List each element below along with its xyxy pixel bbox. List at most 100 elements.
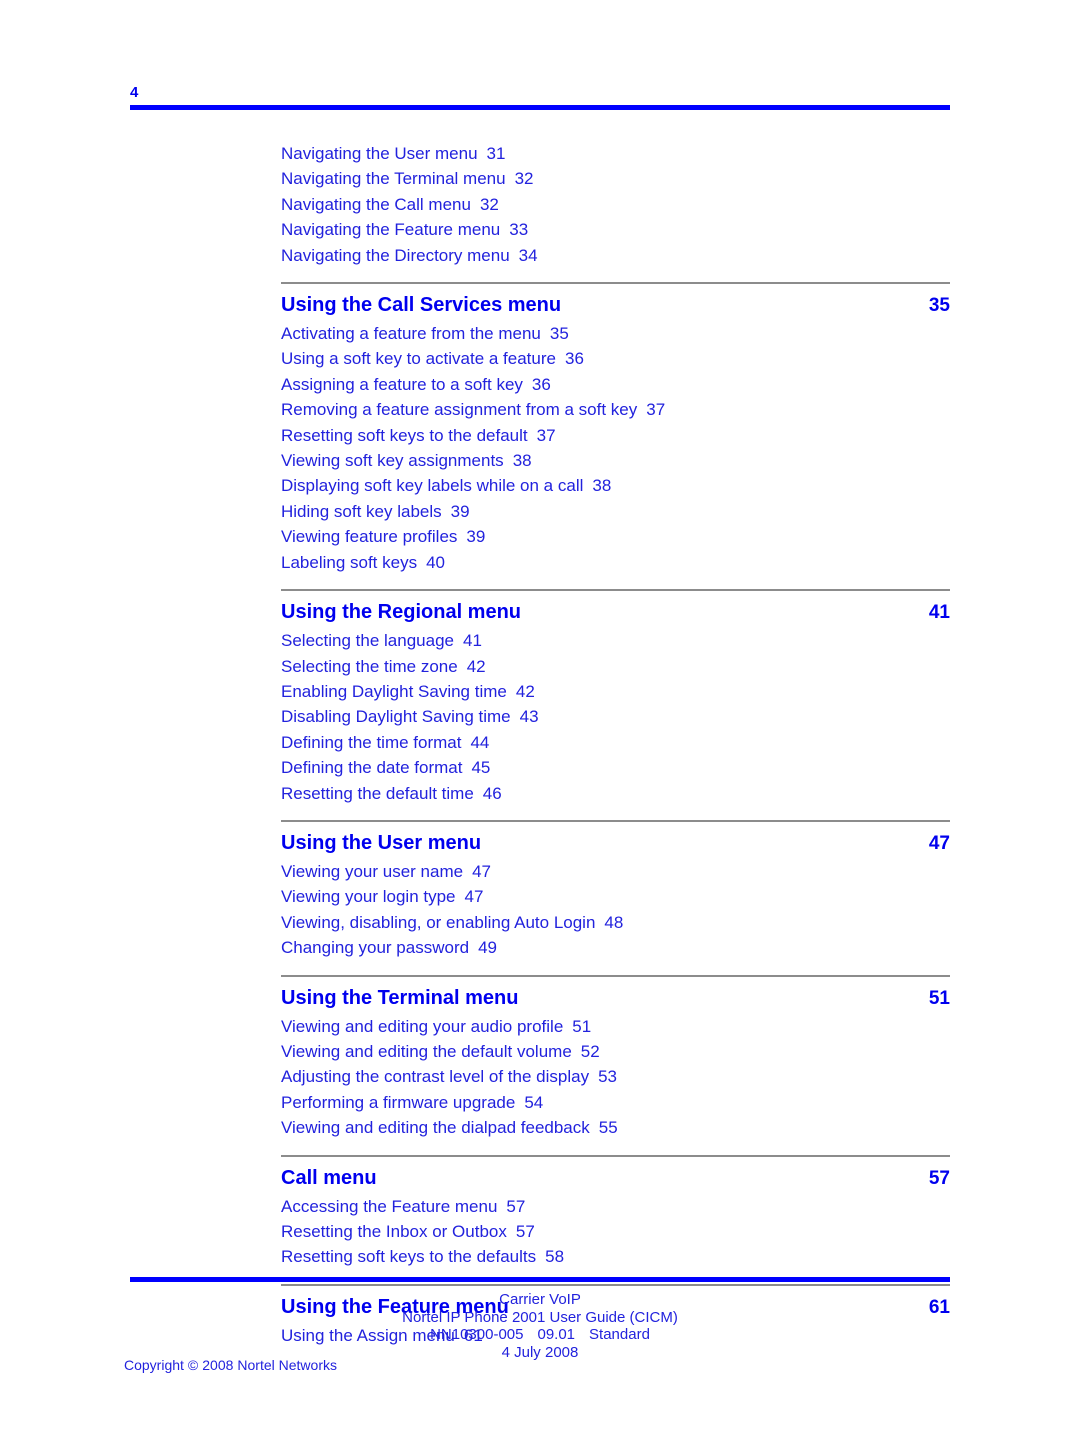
toc-entry[interactable]: Viewing, disabling, or enabling Auto Log… (281, 910, 950, 935)
toc-entry-page-number: 38 (592, 476, 612, 496)
copyright-symbol-icon: © (187, 1357, 199, 1373)
toc-section-page-number: 47 (928, 832, 950, 854)
table-of-contents: Navigating the User menu 31 Navigating the… (281, 141, 950, 1348)
toc-section-heading[interactable]: Using the Terminal menu 51 (281, 983, 950, 1014)
toc-entry-page-number: 58 (545, 1247, 565, 1267)
footer-document-id-line: NN10300-005 09.01 Standard (130, 1326, 950, 1344)
toc-entry-title: Displaying soft key labels while on a ca… (281, 476, 584, 496)
toc-entry-page-number: 43 (519, 707, 539, 727)
toc-entry[interactable]: Navigating the User menu 31 (281, 141, 950, 166)
footer-accent-rule (130, 1277, 950, 1282)
toc-entry-title: Viewing and editing the dialpad feedback (281, 1118, 590, 1138)
toc-entry[interactable]: Selecting the language 41 (281, 628, 950, 653)
toc-entry-title: Labeling soft keys (281, 552, 418, 572)
toc-entry-title: Viewing soft key assignments (281, 451, 504, 471)
copyright-notice: Copyright © 2008 Nortel Networks (124, 1357, 337, 1374)
toc-entry-page-number: 45 (471, 758, 491, 778)
toc-entry-page-number: 46 (482, 783, 502, 803)
toc-entry[interactable]: Viewing your user name 47 (281, 859, 950, 884)
toc-entry[interactable]: Adjusting the contrast level of the disp… (281, 1064, 950, 1089)
toc-entry[interactable]: Viewing and editing the dialpad feedback… (281, 1115, 950, 1140)
toc-entry-title: Viewing and editing your audio profile (281, 1016, 564, 1036)
toc-entry[interactable]: Displaying soft key labels while on a ca… (281, 473, 950, 498)
toc-entry[interactable]: Removing a feature assignment from a sof… (281, 397, 950, 422)
toc-entry-title: Viewing your user name (281, 861, 464, 881)
toc-entry-title: Viewing your login type (281, 887, 456, 907)
toc-entry[interactable]: Navigating the Terminal menu 32 (281, 166, 950, 191)
toc-entry[interactable]: Defining the time format 44 (281, 730, 950, 755)
toc-entry[interactable]: Navigating the Directory menu 34 (281, 243, 950, 268)
toc-entry[interactable]: Viewing soft key assignments 38 (281, 448, 950, 473)
toc-entry[interactable]: Changing your password 49 (281, 935, 950, 960)
toc-entry-page-number: 57 (515, 1222, 535, 1241)
toc-section-title: Using the Call Services menu (281, 294, 562, 317)
toc-entry-page-number: 51 (572, 1016, 592, 1036)
toc-entry-page-number: 42 (515, 681, 535, 701)
toc-section-heading[interactable]: Call menu 57 (281, 1163, 950, 1194)
toc-entry-page-number: 39 (450, 501, 470, 521)
toc-section-heading[interactable]: Using the User menu 47 (281, 828, 950, 859)
toc-entry[interactable]: Viewing your login type 47 (281, 884, 950, 909)
toc-entry[interactable]: Labeling soft keys 40 (281, 550, 950, 575)
toc-entry-page-number: 32 (514, 169, 534, 189)
toc-entry[interactable]: Viewing and editing your audio profile 51 (281, 1014, 950, 1039)
toc-entry-page-number: 33 (509, 220, 529, 240)
toc-entry[interactable]: Resetting the default time 46 (281, 781, 950, 806)
toc-section-title: Using the Terminal menu (281, 986, 519, 1009)
toc-entry-title: Viewing and editing the default volume (281, 1041, 572, 1061)
toc-entry-title: Resetting soft keys to the defaults (281, 1247, 537, 1267)
toc-entry-title: Navigating the Call menu (281, 194, 471, 214)
toc-entry[interactable]: Using a soft key to activate a feature 36 (281, 346, 950, 371)
toc-entry-page-number: 55 (598, 1118, 618, 1138)
copyright-owner: Nortel Networks (237, 1357, 337, 1373)
toc-entry[interactable]: Hiding soft key labels 39 (281, 499, 950, 524)
copyright-year: 2008 (202, 1357, 234, 1373)
toc-entry[interactable]: Resetting the Inbox or Outbox 57 (281, 1219, 950, 1244)
toc-entry[interactable]: Activating a feature from the menu 35 (281, 321, 950, 346)
toc-entry[interactable]: Resetting soft keys to the defaults 58 (281, 1244, 950, 1269)
toc-entry[interactable]: Viewing feature profiles 39 (281, 524, 950, 549)
toc-entry-title: Performing a firmware upgrade (281, 1092, 516, 1112)
toc-entry-page-number: 40 (426, 552, 446, 572)
toc-entry-title: Adjusting the contrast level of the disp… (281, 1067, 590, 1087)
toc-entry-page-number: 54 (524, 1092, 544, 1112)
toc-entry[interactable]: Accessing the Feature menu 57 (281, 1194, 950, 1219)
toc-entry-title: Navigating the Feature menu (281, 220, 501, 240)
page-footer: Carrier VoIP Nortel IP Phone 2001 User G… (130, 1277, 950, 1361)
toc-entry[interactable]: Navigating the Call menu 32 (281, 192, 950, 217)
toc-entry-page-number: 38 (512, 451, 532, 471)
toc-entry[interactable]: Enabling Daylight Saving time 42 (281, 679, 950, 704)
toc-entry-title: Navigating the Terminal menu (281, 169, 506, 189)
toc-section-title: Call menu (281, 1166, 377, 1189)
toc-entry-page-number: 57 (506, 1196, 526, 1216)
toc-entry-title: Assigning a feature to a soft key (281, 374, 523, 394)
toc-entry[interactable]: Viewing and editing the default volume 52 (281, 1039, 950, 1064)
toc-entry[interactable]: Selecting the time zone 42 (281, 654, 950, 679)
toc-entry-page-number: 52 (580, 1041, 600, 1061)
toc-entry[interactable]: Resetting soft keys to the default 37 (281, 423, 950, 448)
toc-entry-page-number: 48 (604, 912, 624, 932)
toc-section-heading[interactable]: Using the Call Services menu 35 (281, 290, 950, 321)
toc-entry[interactable]: Disabling Daylight Saving time 43 (281, 704, 950, 729)
toc-entry-page-number: 36 (531, 374, 551, 394)
toc-entry-title: Activating a feature from the menu (281, 324, 541, 344)
footer-document-title: Nortel IP Phone 2001 User Guide (CICM) (402, 1308, 678, 1326)
toc-entry-title: Defining the date format (281, 758, 463, 778)
toc-entry-title: Enabling Daylight Saving time (281, 681, 507, 701)
toc-entry-page-number: 32 (479, 194, 499, 214)
toc-entry-title: Resetting the default time (281, 783, 474, 803)
toc-entry[interactable]: Performing a firmware upgrade 54 (281, 1090, 950, 1115)
toc-entry[interactable]: Assigning a feature to a soft key 36 (281, 372, 950, 397)
toc-entry-page-number: 53 (598, 1067, 617, 1087)
toc-entry[interactable]: Defining the date format 45 (281, 755, 950, 780)
toc-entry-title: Viewing feature profiles (281, 527, 458, 547)
toc-entry-page-number: 34 (518, 245, 538, 265)
footer-doc-number: NN10300-005 (430, 1326, 524, 1343)
toc-entry-page-number: 49 (478, 938, 497, 958)
header-accent-rule (130, 105, 950, 110)
toc-entry[interactable]: Navigating the Feature menu 33 (281, 217, 950, 242)
toc-section-heading[interactable]: Using the Regional menu 41 (281, 597, 950, 628)
footer-status: Standard (589, 1326, 650, 1343)
